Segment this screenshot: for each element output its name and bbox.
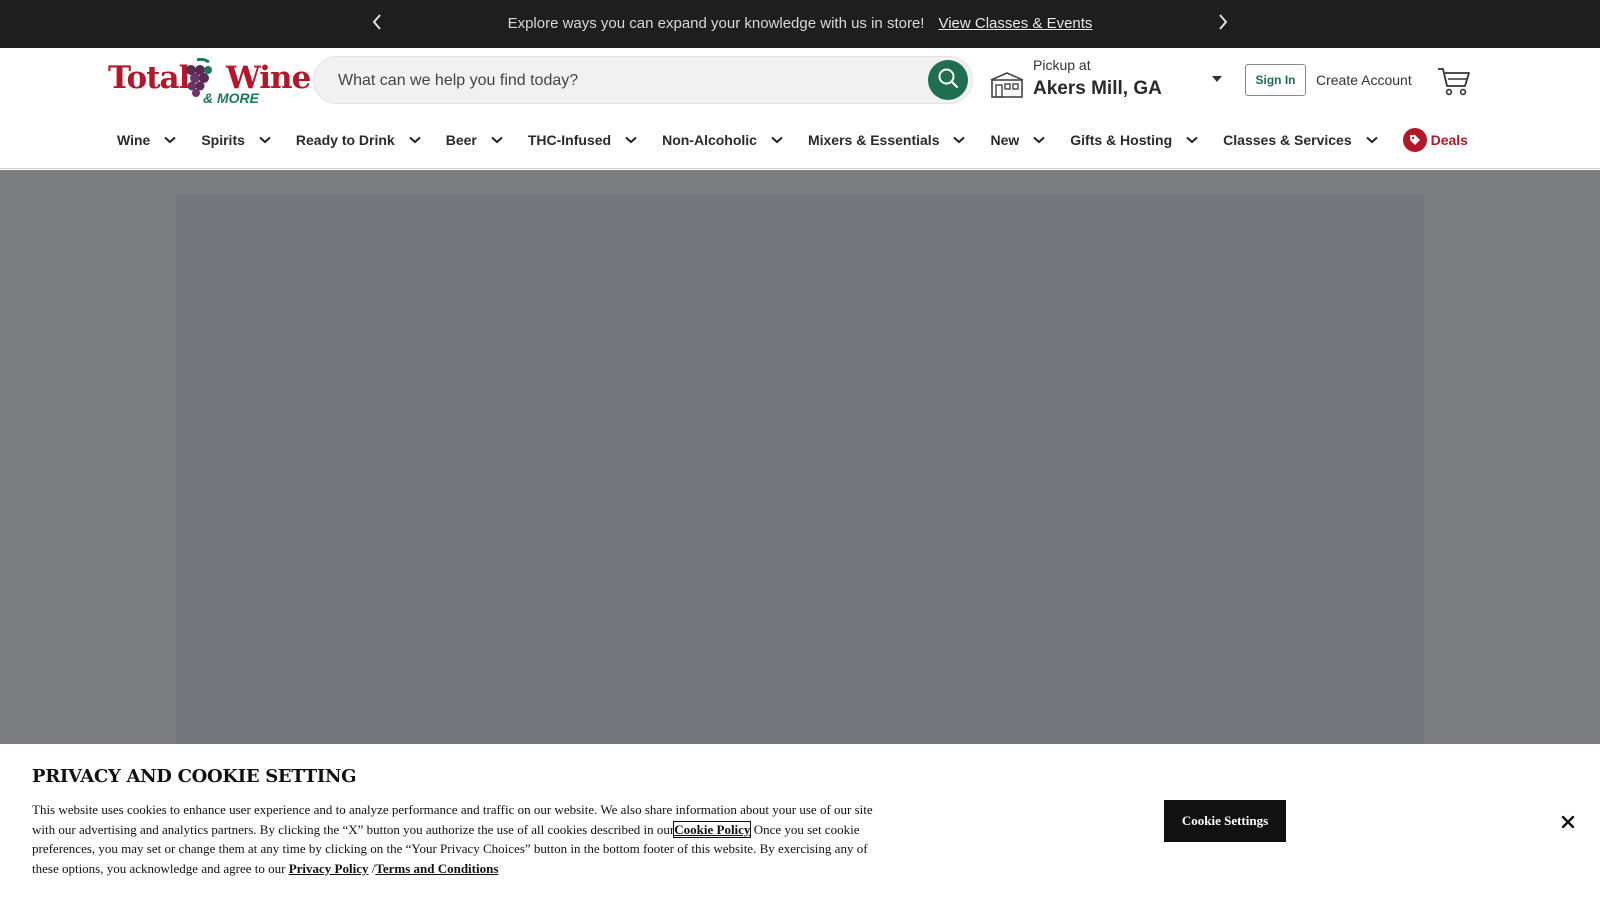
nav-item-thc-infused[interactable]: THC-Infused: [528, 132, 662, 148]
chevron-down-icon: [409, 136, 421, 144]
pickup-label: Pickup at: [1033, 57, 1091, 73]
chevron-down-icon: [1033, 136, 1045, 144]
nav-item-mixers-essentials[interactable]: Mixers & Essentials: [808, 132, 991, 148]
search-bar: [313, 56, 973, 104]
logo-word-total: Total: [108, 60, 190, 96]
nav-item-label: Wine: [117, 132, 151, 148]
cookie-policy-link[interactable]: Cookie Policy: [673, 820, 752, 838]
main-nav: Wine Spirits Ready to Drink Beer THC-Inf…: [117, 126, 1468, 154]
nav-item-ready-to-drink[interactable]: Ready to Drink: [296, 132, 446, 148]
nav-item-wine[interactable]: Wine: [117, 132, 201, 148]
deals-label: Deals: [1430, 132, 1468, 148]
caret-down-icon: [1212, 76, 1222, 82]
promo-link[interactable]: View Classes & Events: [938, 15, 1092, 32]
promo-bar: Explore ways you can expand your knowled…: [0, 0, 1600, 48]
chevron-down-icon: [1365, 136, 1378, 144]
nav-item-beer[interactable]: Beer: [446, 132, 528, 148]
chevron-down-icon: [625, 136, 637, 144]
cart-icon[interactable]: [1437, 66, 1471, 101]
nav-item-label: THC-Infused: [527, 132, 612, 148]
search-input[interactable]: [338, 69, 898, 93]
cookie-banner: PRIVACY AND COOKIE SETTING This website …: [0, 744, 1600, 900]
sign-in-button[interactable]: Sign In: [1245, 64, 1306, 96]
chevron-down-icon: [953, 136, 966, 144]
tag-icon: [1402, 128, 1427, 152]
pickup-store-selector[interactable]: Pickup at Akers Mill, GA: [989, 54, 1225, 106]
chevron-down-icon: [771, 136, 783, 144]
cookie-banner-title: PRIVACY AND COOKIE SETTING: [32, 766, 357, 787]
terms-link[interactable]: Terms and Conditions: [375, 861, 498, 876]
nav-item-label: Gifts & Hosting: [1070, 132, 1173, 148]
nav-item-classes-services[interactable]: Classes & Services: [1223, 132, 1402, 148]
cookie-settings-button[interactable]: Cookie Settings: [1164, 800, 1286, 842]
nav-item-label: Classes & Services: [1223, 132, 1352, 148]
chevron-down-icon: [164, 136, 176, 144]
site-header: Total Wine & MORE What can we help you f…: [0, 48, 1600, 169]
chevron-down-icon: [491, 136, 503, 144]
nav-item-label: Beer: [445, 132, 477, 148]
nav-item-spirits[interactable]: Spirits: [201, 132, 296, 148]
chevron-down-icon: [1186, 136, 1198, 144]
logo[interactable]: Total Wine & MORE: [108, 57, 311, 106]
search-button[interactable]: [928, 60, 968, 100]
promo-text: Explore ways you can expand your knowled…: [507, 15, 925, 32]
logo-word-more: & MORE: [203, 90, 259, 106]
nav-item-label: Mixers & Essentials: [807, 132, 940, 148]
promo-message: Explore ways you can expand your knowled…: [0, 15, 1600, 32]
cookie-banner-text: This website uses cookies to enhance use…: [32, 800, 882, 878]
nav-item-non-alcoholic[interactable]: Non-Alcoholic: [662, 132, 808, 148]
nav-item-label: Spirits: [201, 132, 245, 148]
nav-item-deals[interactable]: Deals: [1402, 128, 1468, 152]
chevron-down-icon: [259, 136, 271, 144]
nav-item-new[interactable]: New: [990, 132, 1070, 148]
search-icon: [937, 67, 959, 94]
nav-item-label: New: [990, 132, 1020, 148]
create-account-link[interactable]: Create Account: [1316, 72, 1412, 88]
store-icon: [989, 72, 1025, 103]
nav-item-gifts-hosting[interactable]: Gifts & Hosting: [1070, 132, 1223, 148]
close-icon[interactable]: [1556, 810, 1580, 834]
chevron-right-icon: [1218, 13, 1228, 35]
nav-item-label: Non-Alcoholic: [662, 132, 757, 148]
promo-next-button[interactable]: [1211, 12, 1235, 36]
privacy-policy-link[interactable]: Privacy Policy: [289, 861, 369, 876]
pickup-store-name: Akers Mill, GA: [1033, 78, 1162, 99]
nav-item-label: Ready to Drink: [295, 132, 395, 148]
